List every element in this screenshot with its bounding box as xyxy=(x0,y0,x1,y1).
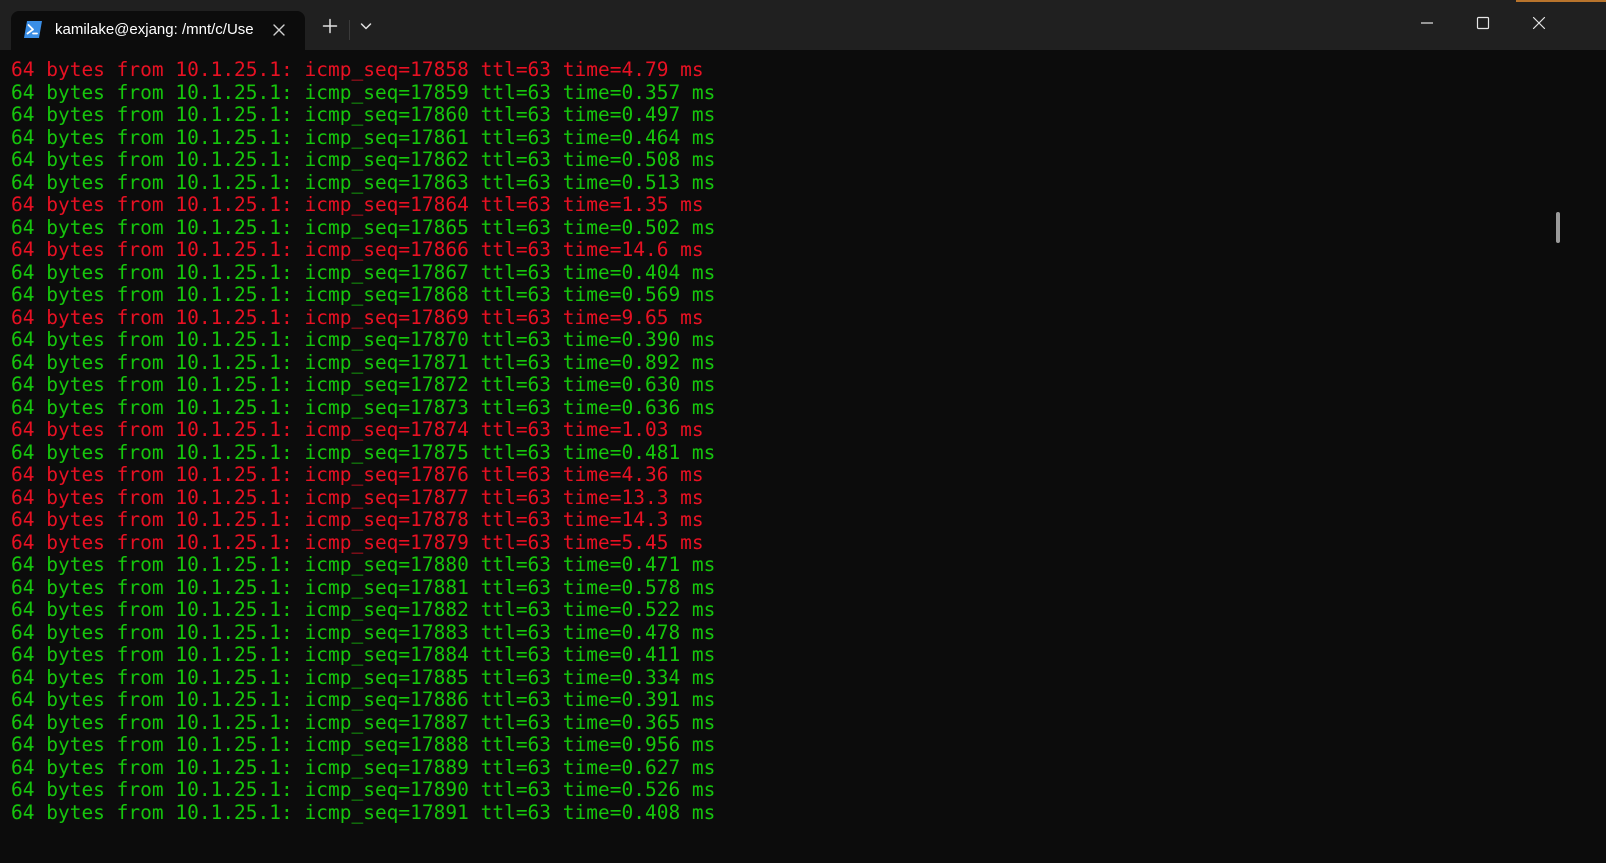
terminal-line: 64 bytes from 10.1.25.1: icmp_seq=17891 … xyxy=(11,800,716,824)
terminal-line: 64 bytes from 10.1.25.1: icmp_seq=17881 … xyxy=(11,575,716,599)
dropdown-button[interactable] xyxy=(352,14,380,42)
minimize-button[interactable] xyxy=(1399,0,1455,50)
terminal-line: 64 bytes from 10.1.25.1: icmp_seq=17871 … xyxy=(11,350,716,374)
close-icon xyxy=(1531,15,1547,36)
terminal-line: 64 bytes from 10.1.25.1: icmp_seq=17878 … xyxy=(11,508,704,531)
terminal-line: 64 bytes from 10.1.25.1: icmp_seq=17877 … xyxy=(11,485,704,509)
terminal-line: 64 bytes from 10.1.25.1: icmp_seq=17889 … xyxy=(11,755,716,779)
terminal-line: 64 bytes from 10.1.25.1: icmp_seq=17890 … xyxy=(11,778,716,801)
terminal-line: 64 bytes from 10.1.25.1: icmp_seq=17862 … xyxy=(11,148,716,171)
terminal-line: 64 bytes from 10.1.25.1: icmp_seq=17884 … xyxy=(11,643,716,666)
tab-divider xyxy=(349,20,350,40)
powershell-icon xyxy=(24,21,42,38)
terminal-line: 64 bytes from 10.1.25.1: icmp_seq=17875 … xyxy=(11,440,716,464)
tab-title: kamilake@exjang: /mnt/c/Use xyxy=(55,21,254,38)
new-tab-button[interactable] xyxy=(316,14,344,42)
terminal-line: 64 bytes from 10.1.25.1: icmp_seq=17861 … xyxy=(11,125,716,149)
terminal-line: 64 bytes from 10.1.25.1: icmp_seq=17868 … xyxy=(11,283,716,306)
chevron-down-icon xyxy=(359,19,373,38)
terminal-line: 64 bytes from 10.1.25.1: icmp_seq=17882 … xyxy=(11,598,716,621)
tab-terminal[interactable]: kamilake@exjang: /mnt/c/Use xyxy=(11,11,305,50)
plus-icon xyxy=(322,18,338,39)
maximize-button[interactable] xyxy=(1455,0,1511,50)
terminal-output[interactable]: 64 bytes from 10.1.25.1: icmp_seq=17858 … xyxy=(0,50,1560,863)
terminal-line: 64 bytes from 10.1.25.1: icmp_seq=17860 … xyxy=(11,103,716,126)
terminal-line: 64 bytes from 10.1.25.1: icmp_seq=17866 … xyxy=(11,238,704,261)
terminal-line: 64 bytes from 10.1.25.1: icmp_seq=17883 … xyxy=(11,620,716,644)
title-bar[interactable]: kamilake@exjang: /mnt/c/Use xyxy=(0,0,1606,50)
close-icon[interactable] xyxy=(271,22,287,38)
terminal-line: 64 bytes from 10.1.25.1: icmp_seq=17876 … xyxy=(11,463,704,486)
terminal-line: 64 bytes from 10.1.25.1: icmp_seq=17886 … xyxy=(11,688,716,711)
minimize-icon xyxy=(1419,15,1435,36)
terminal-line: 64 bytes from 10.1.25.1: icmp_seq=17879 … xyxy=(11,530,704,554)
terminal-line: 64 bytes from 10.1.25.1: icmp_seq=17869 … xyxy=(11,305,704,329)
terminal-line: 64 bytes from 10.1.25.1: icmp_seq=17873 … xyxy=(11,395,716,419)
terminal-line: 64 bytes from 10.1.25.1: icmp_seq=17880 … xyxy=(11,553,716,576)
maximize-icon xyxy=(1475,15,1491,36)
terminal-line: 64 bytes from 10.1.25.1: icmp_seq=17872 … xyxy=(11,373,716,396)
terminal-line: 64 bytes from 10.1.25.1: icmp_seq=17870 … xyxy=(11,328,716,351)
close-button[interactable] xyxy=(1511,0,1567,50)
terminal-line: 64 bytes from 10.1.25.1: icmp_seq=17874 … xyxy=(11,418,704,441)
terminal-line: 64 bytes from 10.1.25.1: icmp_seq=17865 … xyxy=(11,215,716,239)
terminal-line: 64 bytes from 10.1.25.1: icmp_seq=17867 … xyxy=(11,260,716,284)
terminal-window: kamilake@exjang: /mnt/c/Use 64 bytes fro… xyxy=(0,0,1606,863)
scrollbar-thumb[interactable] xyxy=(1556,212,1560,243)
terminal-line: 64 bytes from 10.1.25.1: icmp_seq=17859 … xyxy=(11,80,716,104)
terminal-line: 64 bytes from 10.1.25.1: icmp_seq=17885 … xyxy=(11,665,716,689)
terminal-line: 64 bytes from 10.1.25.1: icmp_seq=17888 … xyxy=(11,733,716,756)
terminal-line: 64 bytes from 10.1.25.1: icmp_seq=17864 … xyxy=(11,193,704,216)
terminal-line: 64 bytes from 10.1.25.1: icmp_seq=17863 … xyxy=(11,170,716,194)
terminal-line: 64 bytes from 10.1.25.1: icmp_seq=17887 … xyxy=(11,710,716,734)
terminal-line: 64 bytes from 10.1.25.1: icmp_seq=17858 … xyxy=(11,58,704,81)
